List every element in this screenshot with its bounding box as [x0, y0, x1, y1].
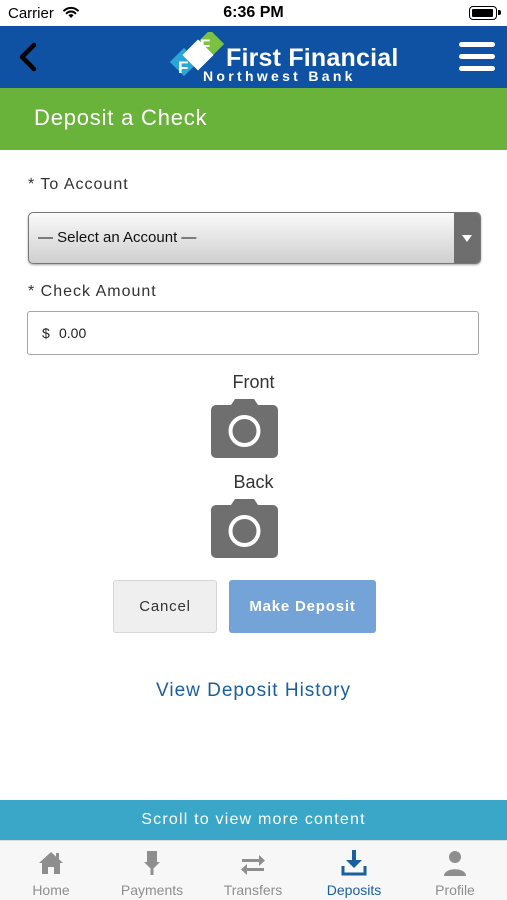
- page-title-bar: Deposit a Check: [0, 88, 507, 150]
- home-icon: [39, 852, 63, 874]
- menu-button[interactable]: [457, 40, 497, 74]
- back-button[interactable]: [8, 36, 48, 78]
- tab-profile[interactable]: Profile: [405, 841, 505, 900]
- cancel-button[interactable]: Cancel: [113, 580, 217, 633]
- page-title: Deposit a Check: [34, 105, 208, 130]
- to-account-label: * To Account: [28, 176, 129, 193]
- profile-icon: [444, 851, 466, 876]
- hamburger-icon: [459, 54, 495, 59]
- currency-symbol: $: [42, 325, 50, 341]
- hamburger-icon: [459, 66, 495, 71]
- scroll-hint-banner[interactable]: Scroll to view more content: [0, 800, 507, 840]
- tab-bar: Home Payments Transfers Deposits Profile: [0, 840, 507, 900]
- tab-deposits-label: Deposits: [326, 882, 382, 898]
- account-select[interactable]: — Select an Account —: [28, 212, 481, 264]
- back-camera-icon[interactable]: [211, 498, 278, 558]
- make-deposit-button[interactable]: Make Deposit: [229, 580, 376, 633]
- account-select-value: — Select an Account —: [38, 229, 197, 246]
- check-amount-label: * Check Amount: [28, 283, 157, 300]
- status-bar: Carrier 6:36 PM: [0, 0, 507, 26]
- tab-payments[interactable]: Payments: [102, 841, 202, 900]
- tab-home[interactable]: Home: [1, 841, 101, 900]
- back-label: Back: [233, 472, 274, 492]
- clock: 6:36 PM: [223, 4, 284, 21]
- deposits-icon: [341, 850, 367, 876]
- tab-transfers[interactable]: Transfers: [203, 841, 303, 900]
- check-amount-input[interactable]: $ 0.00: [27, 311, 479, 355]
- tab-deposits[interactable]: Deposits: [304, 841, 404, 900]
- amount-value: 0.00: [59, 325, 87, 341]
- tab-transfers-label: Transfers: [223, 882, 283, 898]
- hamburger-icon: [459, 42, 495, 47]
- tab-payments-label: Payments: [120, 882, 184, 898]
- scroll-hint-text: Scroll to view more content: [141, 811, 366, 828]
- tab-home-label: Home: [32, 882, 70, 898]
- chevron-left-icon: [19, 42, 37, 72]
- front-label: Front: [232, 372, 275, 392]
- view-deposit-history-link[interactable]: View Deposit History: [0, 680, 507, 702]
- transfers-icon: [241, 855, 265, 875]
- battery-icon: [469, 6, 501, 20]
- dropdown-arrow-icon: [454, 213, 480, 263]
- payments-icon: [144, 851, 160, 875]
- brand-subtitle: Northwest Bank: [203, 68, 356, 84]
- tab-profile-label: Profile: [435, 882, 475, 898]
- bank-logo: F F First Financial Northwest Bank: [170, 32, 400, 84]
- logo-letter-top: F: [200, 36, 210, 55]
- logo-letter-bottom: F: [178, 58, 188, 77]
- app-header: F F First Financial Northwest Bank: [0, 26, 507, 88]
- front-camera-icon[interactable]: [211, 398, 278, 458]
